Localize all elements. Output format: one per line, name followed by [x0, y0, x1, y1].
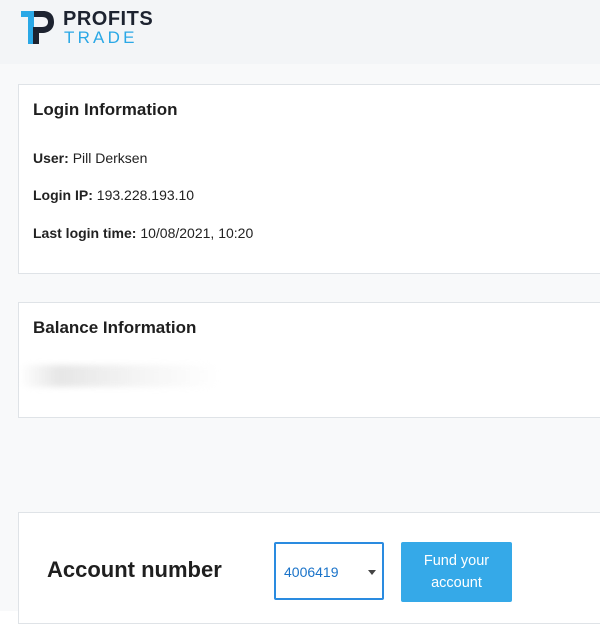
balance-info-title: Balance Information — [33, 318, 197, 337]
ip-row: Login IP: 193.228.193.10 — [33, 187, 194, 203]
brand-name-secondary: TRADE — [64, 28, 138, 47]
balance-redacted — [19, 365, 219, 387]
account-number-value: 4006419 — [284, 564, 339, 580]
account-number-select[interactable]: 4006419 — [274, 542, 384, 600]
login-info-card: Login Information User: Pill Derksen Log… — [18, 84, 600, 274]
last-login-value: 10/08/2021, 10:20 — [140, 225, 254, 241]
brand-logo[interactable]: PROFITS TRADE — [21, 6, 201, 50]
account-card: Account number 4006419 Fund your account — [18, 512, 600, 624]
fund-account-button[interactable]: Fund your account — [401, 542, 512, 602]
logo-mark-icon — [21, 11, 54, 44]
account-number-label: Account number — [47, 557, 222, 582]
last-login-label: Last login time: — [33, 225, 137, 241]
ip-value: 193.228.193.10 — [96, 187, 195, 203]
user-row: User: Pill Derksen — [33, 150, 147, 166]
user-label: User: — [33, 150, 69, 166]
chevron-down-icon — [368, 570, 376, 575]
ip-label: Login IP: — [33, 187, 93, 203]
top-bar: PROFITS TRADE — [0, 0, 600, 64]
last-login-row: Last login time: 10/08/2021, 10:20 — [33, 225, 253, 241]
user-value: Pill Derksen — [72, 150, 148, 166]
balance-info-card: Balance Information — [18, 302, 600, 418]
login-info-title: Login Information — [33, 100, 178, 119]
